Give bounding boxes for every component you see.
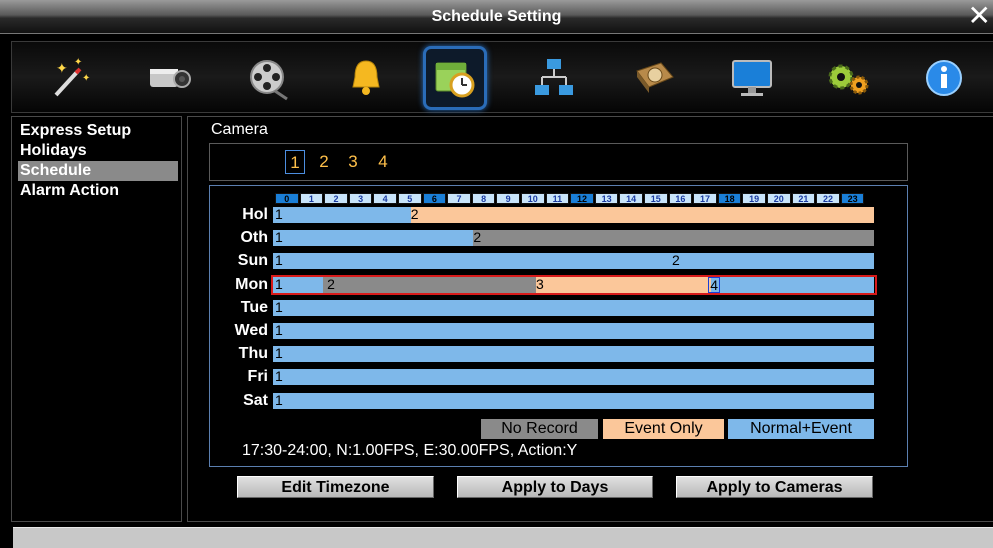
day-label: Hol	[242, 206, 268, 223]
title-bar: Schedule Setting ✕	[0, 0, 993, 34]
camera-1-button[interactable]: 1	[285, 150, 305, 174]
close-icon[interactable]: ✕	[968, 2, 991, 30]
camera-2-button[interactable]: 2	[314, 150, 334, 174]
schedule-icon[interactable]	[423, 46, 487, 110]
hour-cell: 15	[644, 193, 668, 204]
menu-item-schedule[interactable]: Schedule	[18, 161, 178, 181]
day-timeline[interactable]: 12	[273, 206, 874, 223]
day-label: Thu	[238, 345, 268, 363]
legend-no-record[interactable]: No Record	[481, 419, 598, 439]
menu-item-express-setup[interactable]: Express Setup	[18, 121, 178, 141]
schedule-segment[interactable]	[273, 207, 411, 223]
day-timeline[interactable]: 1	[273, 322, 874, 339]
segment-number: 1	[275, 298, 283, 315]
segment-number: 1	[275, 368, 283, 385]
day-label: Sat	[243, 391, 268, 409]
hour-cell: 1	[299, 193, 324, 204]
status-bar	[13, 527, 993, 548]
hour-cell: 0	[275, 193, 299, 204]
hour-cell: 22	[816, 193, 840, 204]
hour-cell: 17	[693, 193, 717, 204]
schedule-segment[interactable]	[273, 253, 536, 270]
day-timeline[interactable]: 12	[273, 229, 874, 247]
apply-to-cameras-button[interactable]: Apply to Cameras	[676, 476, 873, 498]
hour-cell: 20	[767, 193, 791, 204]
apply-to-days-button[interactable]: Apply to Days	[457, 476, 653, 498]
segment-number: 1	[275, 345, 283, 362]
hour-cell: 16	[668, 193, 693, 204]
day-label: Sun	[237, 252, 268, 270]
monitor-icon[interactable]	[720, 46, 784, 110]
hour-cell: 23	[840, 193, 865, 204]
schedule-segment[interactable]	[273, 346, 874, 363]
hour-cell: 18	[717, 193, 742, 204]
day-label: Tue	[240, 298, 268, 316]
schedule-segment[interactable]	[273, 369, 874, 386]
network-icon[interactable]	[522, 46, 586, 110]
schedule-segment[interactable]	[410, 207, 874, 223]
schedule-segment[interactable]	[535, 253, 874, 270]
magic-wand-icon[interactable]: ✦ ✦ ✦	[39, 46, 103, 110]
hour-cell: 10	[521, 193, 545, 204]
edit-timezone-button[interactable]: Edit Timezone	[237, 476, 434, 498]
svg-text:✦: ✦	[82, 73, 90, 84]
segment-number: 2	[410, 206, 419, 222]
day-label: Fri	[247, 368, 268, 386]
gears-icon[interactable]	[816, 46, 880, 110]
hour-cell: 6	[422, 193, 447, 204]
camera-icon[interactable]	[137, 46, 201, 110]
legend-event-only[interactable]: Event Only	[603, 419, 724, 439]
hour-cell: 11	[545, 193, 570, 204]
schedule-segment[interactable]	[273, 230, 474, 247]
svg-text:✦: ✦	[56, 60, 68, 76]
segment-number: 1	[275, 252, 283, 269]
hour-cell: 8	[471, 193, 496, 204]
hour-cell: 4	[373, 193, 397, 204]
hour-cell: 14	[619, 193, 643, 204]
hour-cell: 21	[791, 193, 816, 204]
camera-label: Camera	[211, 121, 268, 138]
menu-item-alarm-action[interactable]: Alarm Action	[18, 181, 178, 201]
schedule-segment[interactable]	[273, 299, 874, 316]
hour-cell: 5	[398, 193, 422, 204]
svg-text:✦: ✦	[74, 57, 82, 68]
camera-3-button[interactable]: 3	[343, 150, 363, 174]
segment-number: 1	[275, 229, 283, 246]
selected-day-outline	[271, 275, 877, 295]
day-label: Oth	[240, 229, 268, 247]
hour-cell: 13	[594, 193, 619, 204]
hour-cell: 19	[742, 193, 766, 204]
legend-normal-event[interactable]: Normal+Event	[728, 419, 874, 439]
day-label: Wed	[234, 322, 268, 339]
segment-info-text: 17:30-24:00, N:1.00FPS, E:30.00FPS, Acti…	[242, 442, 578, 459]
schedule-segment[interactable]	[273, 392, 874, 409]
schedule-segment[interactable]	[273, 323, 874, 339]
hour-cell: 12	[570, 193, 594, 204]
hour-cell: 9	[496, 193, 520, 204]
main-toolbar: ✦ ✦ ✦	[11, 41, 993, 113]
hour-cell: 2	[324, 193, 348, 204]
day-label: Mon	[235, 275, 268, 293]
menu-item-holidays[interactable]: Holidays	[18, 141, 178, 161]
film-reel-icon[interactable]	[236, 46, 300, 110]
schedule-segment[interactable]	[473, 230, 874, 247]
segment-number: 1	[275, 391, 283, 408]
day-timeline[interactable]: 1	[273, 368, 874, 386]
day-timeline[interactable]: 12	[273, 252, 874, 270]
day-timeline[interactable]: 1	[273, 391, 874, 409]
segment-number: 2	[473, 229, 482, 246]
segment-number: 2	[671, 252, 680, 269]
day-timeline[interactable]: 1	[273, 345, 874, 363]
hour-cell: 7	[447, 193, 471, 204]
window-title: Schedule Setting	[431, 8, 562, 25]
info-icon[interactable]	[912, 46, 976, 110]
hour-cell: 3	[348, 193, 373, 204]
camera-4-button[interactable]: 4	[373, 150, 393, 174]
bell-icon[interactable]	[334, 46, 398, 110]
segment-number: 1	[275, 322, 283, 338]
settings-menu: Express Setup Holidays Schedule Alarm Ac…	[11, 116, 182, 522]
day-timeline[interactable]: 1	[273, 298, 874, 316]
hard-disk-icon[interactable]	[622, 46, 686, 110]
segment-number: 1	[275, 206, 283, 222]
